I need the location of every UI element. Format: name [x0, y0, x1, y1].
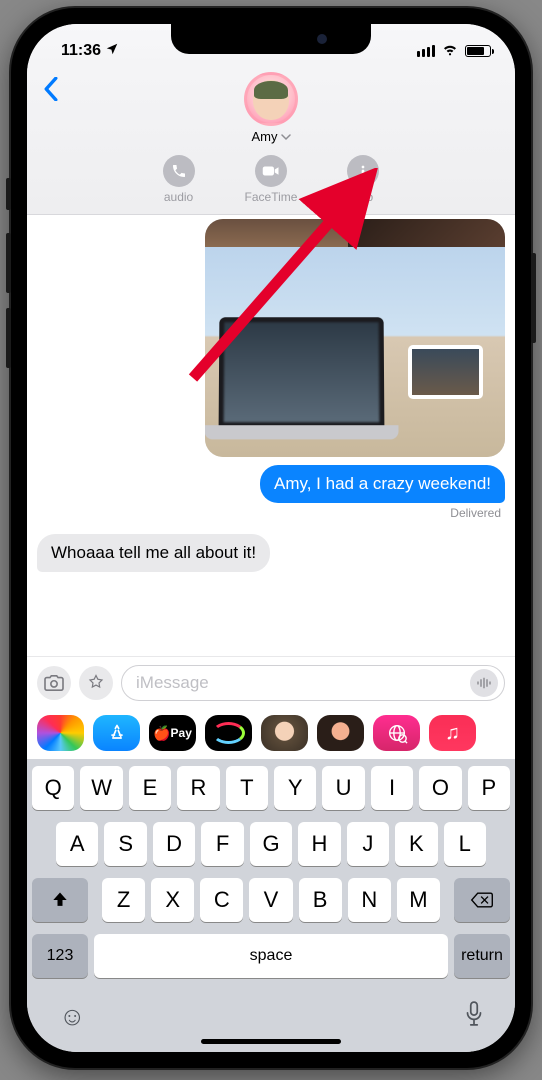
delivered-label: Delivered [37, 506, 501, 520]
key-b[interactable]: B [299, 878, 342, 922]
key-d[interactable]: D [153, 822, 195, 866]
received-text-bubble[interactable]: Whoaaa tell me all about it! [37, 534, 270, 572]
info-icon [347, 155, 379, 187]
key-p[interactable]: P [468, 766, 510, 810]
video-icon [255, 155, 287, 187]
photo-thumbnail-row [205, 219, 505, 247]
app-activity[interactable] [205, 715, 252, 751]
info-button[interactable]: info [347, 155, 379, 204]
contact-avatar [244, 72, 298, 126]
location-icon [105, 42, 119, 61]
key-q[interactable]: Q [32, 766, 74, 810]
key-i[interactable]: I [371, 766, 413, 810]
messages-scroll[interactable]: Amy, I had a crazy weekend! Delivered Wh… [27, 215, 515, 656]
numbers-key[interactable]: 123 [32, 934, 88, 978]
key-c[interactable]: C [200, 878, 243, 922]
app-appstore[interactable] [93, 715, 140, 751]
key-y[interactable]: Y [274, 766, 316, 810]
home-indicator[interactable] [201, 1039, 341, 1044]
key-e[interactable]: E [129, 766, 171, 810]
facetime-button[interactable]: FaceTime [245, 155, 298, 204]
notch [171, 24, 371, 54]
phone-icon [163, 155, 195, 187]
screen: 11:36 Amy [27, 24, 515, 1052]
key-r[interactable]: R [177, 766, 219, 810]
key-u[interactable]: U [322, 766, 364, 810]
conversation-header: Amy audio FaceTime [27, 68, 515, 215]
app-applepay[interactable]: 🍎Pay [149, 715, 196, 751]
app-memoji-2[interactable] [317, 715, 364, 751]
contact-name: Amy [252, 129, 291, 144]
sent-text-bubble[interactable]: Amy, I had a crazy weekend! [260, 465, 505, 503]
photo-main [205, 247, 505, 457]
input-placeholder: iMessage [136, 673, 470, 693]
imessage-app-strip: 🍎Pay ♫ [27, 709, 515, 759]
phone-frame: 11:36 Amy [11, 8, 531, 1068]
sent-photo-message[interactable] [205, 219, 505, 457]
key-k[interactable]: K [395, 822, 437, 866]
battery-icon [465, 45, 491, 57]
key-m[interactable]: M [397, 878, 440, 922]
volume-up-button [6, 233, 11, 293]
composer-row: iMessage [27, 656, 515, 709]
key-z[interactable]: Z [102, 878, 145, 922]
return-key[interactable]: return [454, 934, 510, 978]
back-button[interactable] [43, 76, 59, 108]
power-button [531, 253, 536, 343]
key-o[interactable]: O [419, 766, 461, 810]
key-w[interactable]: W [80, 766, 122, 810]
key-j[interactable]: J [347, 822, 389, 866]
cellular-icon [417, 45, 435, 57]
apps-button[interactable] [79, 666, 113, 700]
shift-key[interactable] [32, 878, 88, 922]
key-g[interactable]: G [250, 822, 292, 866]
status-time: 11:36 [61, 42, 101, 60]
keyboard: QWERTYUIOP ASDFGHJKL ZXCVBNM 123 space r… [27, 759, 515, 1052]
camera-button[interactable] [37, 666, 71, 700]
emoji-keyboard-button[interactable]: ☺ [59, 1001, 86, 1034]
key-a[interactable]: A [56, 822, 98, 866]
space-key[interactable]: space [94, 934, 448, 978]
key-h[interactable]: H [298, 822, 340, 866]
key-n[interactable]: N [348, 878, 391, 922]
message-input[interactable]: iMessage [121, 665, 505, 701]
backspace-key[interactable] [454, 878, 510, 922]
app-globe[interactable] [373, 715, 420, 751]
key-v[interactable]: V [249, 878, 292, 922]
app-photos[interactable] [37, 715, 84, 751]
mute-switch [6, 178, 11, 210]
wifi-icon [441, 42, 459, 61]
volume-down-button [6, 308, 11, 368]
app-music[interactable]: ♫ [429, 715, 476, 751]
key-t[interactable]: T [226, 766, 268, 810]
key-x[interactable]: X [151, 878, 194, 922]
key-f[interactable]: F [201, 822, 243, 866]
key-s[interactable]: S [104, 822, 146, 866]
voice-record-button[interactable] [470, 669, 498, 697]
audio-call-button[interactable]: audio [163, 155, 195, 204]
app-memoji-1[interactable] [261, 715, 308, 751]
dictation-button[interactable] [465, 1001, 483, 1034]
contact-summary[interactable]: Amy audio FaceTime [39, 72, 503, 204]
key-l[interactable]: L [444, 822, 486, 866]
